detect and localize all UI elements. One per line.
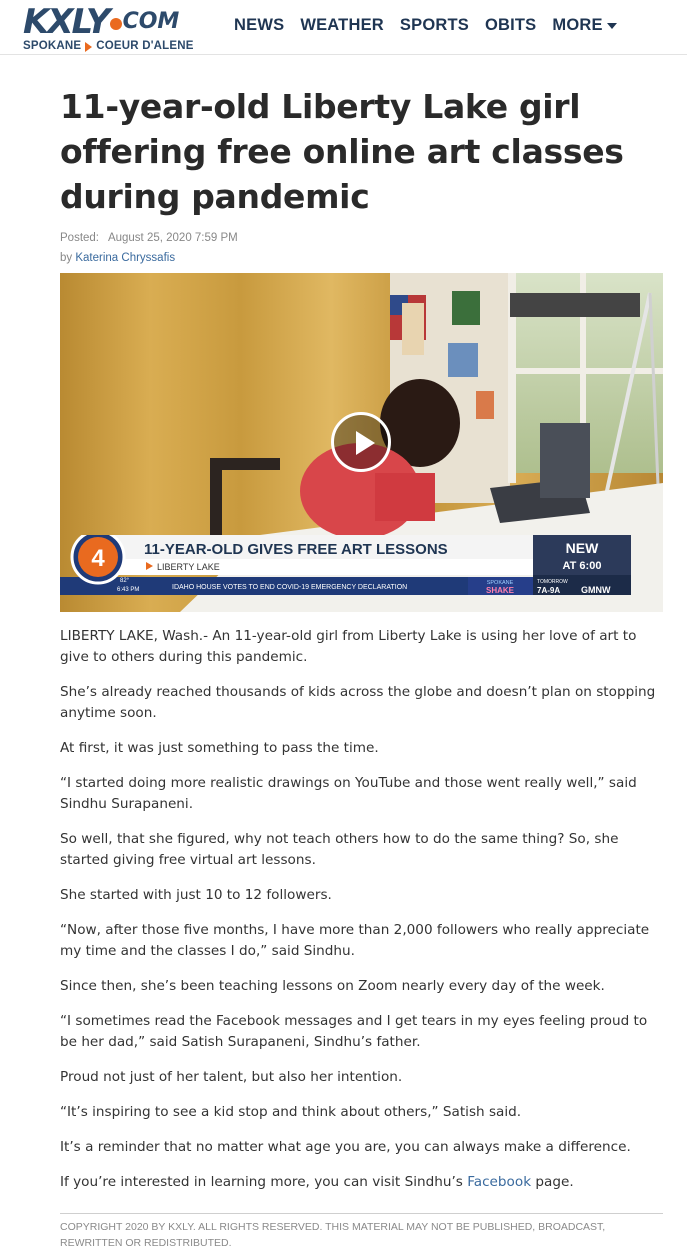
paragraph: Since then, she’s been teaching lessons …	[60, 978, 605, 994]
paragraph: “I started doing more realistic drawings…	[60, 775, 637, 812]
lower-third-time: 6:43 PM	[117, 587, 139, 593]
paragraph: “I sometimes read the Facebook messages …	[60, 1013, 648, 1050]
copyright-notice: COPYRIGHT 2020 BY KXLY. ALL RIGHTS RESER…	[60, 1221, 606, 1249]
lower-third-headline: 11-YEAR-OLD GIVES FREE ART LESSONS	[144, 541, 448, 558]
site-header: KXLY COM SPOKANE COEUR D'ALENE NEWS WEAT…	[0, 0, 687, 55]
nav-item-obits[interactable]: OBITS	[485, 16, 536, 35]
paragraph-last: If you’re interested in learning more, y…	[60, 1172, 667, 1193]
paragraph: She started with just 10 to 12 followers…	[60, 887, 332, 903]
video-player[interactable]: 4 11-YEAR-OLD GIVES FREE ART LESSONS LIB…	[60, 273, 663, 612]
logo-city-spokane: SPOKANE	[23, 40, 82, 52]
logo-dot-icon	[109, 18, 122, 30]
paragraph: “It’s inspiring to see a kid stop and th…	[60, 1104, 522, 1120]
play-icon	[356, 431, 375, 455]
paragraph: It’s a reminder that no matter what age …	[60, 1139, 631, 1155]
paragraph: LIBERTY LAKE, Wash.- An 11-year-old girl…	[60, 628, 637, 665]
news-lower-third: 4 11-YEAR-OLD GIVES FREE ART LESSONS LIB…	[60, 535, 631, 595]
logo-com-text: COM	[122, 9, 180, 34]
nav-label: NEWS	[234, 16, 285, 34]
byline: by Katerina Chryssafis	[60, 248, 238, 268]
paragraph: Proud not just of her talent, but also h…	[60, 1069, 403, 1085]
article-body: LIBERTY LAKE, Wash.- An 11-year-old girl…	[60, 626, 667, 1207]
paragraph: She’s already reached thousands of kids …	[60, 684, 656, 721]
nav-item-weather[interactable]: WEATHER	[300, 16, 384, 35]
play-button[interactable]	[331, 412, 391, 472]
nav-label: MORE	[552, 16, 603, 34]
author-link[interactable]: Katerina Chryssafis	[75, 252, 175, 264]
lower-third-new-time: AT 6:00	[563, 560, 602, 572]
article-title: 11-year-old Liberty Lake girl offering f…	[60, 87, 624, 216]
caret-down-icon	[606, 22, 617, 29]
by-label: by	[60, 252, 73, 264]
posted-date: August 25, 2020 7:59 PM	[107, 232, 238, 244]
lower-third-tomorrow-time: 7A-9A	[537, 586, 560, 595]
footer-divider	[60, 1213, 663, 1214]
channel-number: 4	[91, 545, 105, 572]
lower-third-tomorrow: TOMORROW	[537, 579, 568, 585]
kxly-logo[interactable]: KXLY COM SPOKANE COEUR D'ALENE	[23, 4, 203, 52]
logo-wordmark: KXLY COM	[23, 4, 203, 40]
lower-third-ticker: IDAHO HOUSE VOTES TO END COVID-19 EMERGE…	[172, 584, 407, 591]
lower-third-show-name: SHAKE	[486, 586, 515, 595]
posted-label: Posted:	[60, 232, 99, 244]
paragraph-text: If you’re interested in learning more, y…	[60, 1174, 468, 1190]
nav-label: OBITS	[484, 16, 537, 34]
logo-tagline: SPOKANE COEUR D'ALENE	[23, 40, 203, 53]
lower-third-temp: 82°	[120, 578, 130, 584]
paragraph-text: page.	[531, 1174, 574, 1190]
paragraph: At first, it was just something to pass …	[60, 740, 379, 756]
facebook-link[interactable]: Facebook	[467, 1174, 531, 1190]
lower-third-new: NEW	[566, 540, 599, 556]
paragraph: “Now, after those five months, I have mo…	[60, 922, 650, 959]
logo-city-cda: COEUR D'ALENE	[96, 40, 194, 52]
paragraph: So well, that she figured, why not teach…	[60, 831, 619, 868]
nav-item-more[interactable]: MORE	[552, 16, 617, 35]
article-meta: Posted: August 25, 2020 7:59 PM by Kater…	[60, 228, 238, 268]
nav-label: SPORTS	[399, 16, 469, 34]
lower-third-gmnw: GMNW	[581, 585, 611, 595]
main-nav: NEWS WEATHER SPORTS OBITS MORE	[234, 16, 617, 35]
logo-kxly-text: KXLY	[23, 2, 111, 42]
posted-line: Posted: August 25, 2020 7:59 PM	[60, 228, 238, 248]
nav-item-news[interactable]: NEWS	[234, 16, 284, 35]
triangle-right-icon	[85, 41, 93, 52]
logo-com: COM	[109, 4, 180, 40]
nav-label: WEATHER	[300, 16, 384, 34]
lower-third-location: LIBERTY LAKE	[157, 562, 220, 572]
nav-item-sports[interactable]: SPORTS	[400, 16, 469, 35]
